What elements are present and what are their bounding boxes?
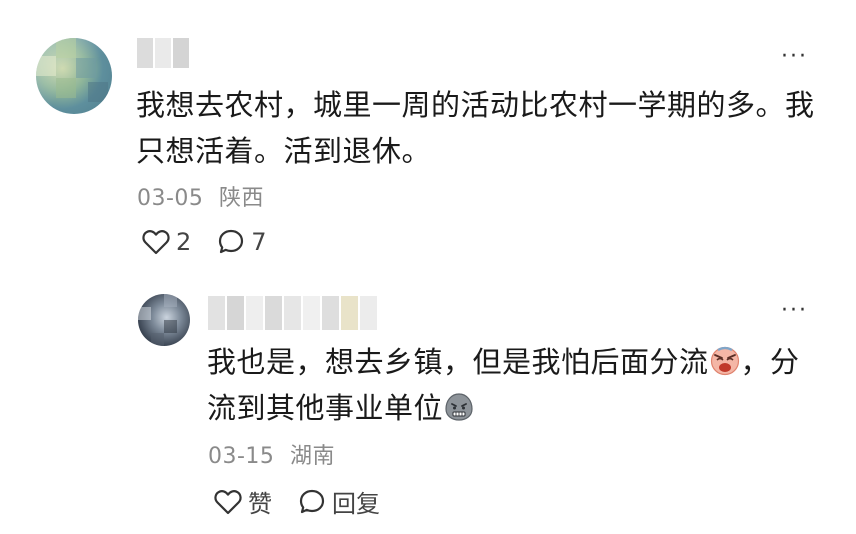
speech-bubble-icon xyxy=(219,229,244,254)
avatar-pixel xyxy=(36,56,56,76)
reply-text: 我也是，想去乡镇，但是我怕后面分流 ，分流到其他事业单位 xyxy=(207,339,819,431)
grimace-face-emoji xyxy=(445,393,473,421)
like-label: 赞 xyxy=(248,490,272,518)
speech-bubble-icon xyxy=(299,489,325,513)
reply-meta: 03-15 湖南 xyxy=(208,438,335,470)
avatar-pixel xyxy=(138,307,151,320)
avatar-pixel xyxy=(151,333,164,346)
username-blurred[interactable] xyxy=(208,296,377,330)
like-button[interactable]: 2 xyxy=(142,228,191,256)
crying-face-emoji xyxy=(710,346,739,376)
reply-text-part1: 我也是，想去乡镇，但是我怕后面分流 xyxy=(207,345,709,379)
avatar-pixel xyxy=(56,78,76,98)
comment-meta: 03-05 陕西 xyxy=(137,180,264,212)
reply-location: 湖南 xyxy=(289,444,335,469)
avatar-pixel xyxy=(88,82,108,102)
more-dots-icon[interactable]: ··· xyxy=(781,46,808,68)
heart-outline-icon xyxy=(214,489,242,514)
heart-outline-icon xyxy=(142,230,170,255)
avatar-pixel xyxy=(164,294,177,307)
reply-label: 回复 xyxy=(332,490,380,518)
reply-actions: 赞 回复 xyxy=(214,484,380,519)
comment-text: 我想去农村，城里一周的活动比农村一学期的多。我只想活着。活到退休。 xyxy=(136,88,815,168)
reply-count-button[interactable]: 7 xyxy=(217,228,267,256)
like-button[interactable]: 赞 xyxy=(214,484,272,519)
comment-location: 陕西 xyxy=(218,186,264,211)
avatar-pixel xyxy=(164,320,177,333)
more-dots-icon[interactable]: ··· xyxy=(781,300,808,322)
reply-date: 03-15 xyxy=(208,444,275,469)
avatar[interactable] xyxy=(36,38,112,114)
reply-count: 7 xyxy=(251,228,267,256)
comment-actions: 2 7 xyxy=(142,228,267,256)
reply-button[interactable]: 回复 xyxy=(298,484,380,519)
like-count: 2 xyxy=(176,228,192,256)
avatar-pixel xyxy=(56,38,76,58)
avatar-pixel xyxy=(76,58,96,78)
avatar[interactable] xyxy=(138,294,190,346)
username-blurred[interactable] xyxy=(137,38,189,68)
comment-thread: ··· 我想去农村，城里一周的活动比农村一学期的多。我只想活着。活到退休。 03… xyxy=(0,0,856,534)
comment-date: 03-05 xyxy=(137,186,204,211)
